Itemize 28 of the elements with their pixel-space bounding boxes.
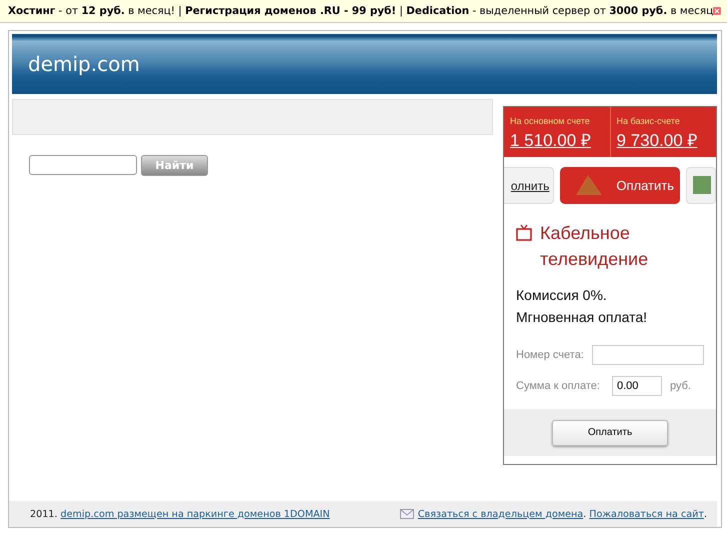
field-label: Сумма к оплате:	[516, 380, 601, 392]
account-field[interactable]: 0.00	[612, 376, 662, 396]
pay-button[interactable]: Оплатить	[560, 167, 680, 204]
year-text: 2011.	[30, 508, 58, 520]
app-button[interactable]	[686, 167, 716, 204]
service-title: Кабельное телевидение	[540, 222, 650, 271]
footer-link[interactable]: Пожаловаться на сайт	[589, 508, 704, 520]
balance-amount[interactable]: 1 510.00 ₽	[510, 128, 610, 151]
footer-link[interactable]: Связаться с владельцем домена	[418, 508, 584, 520]
unit-label: руб.	[670, 380, 691, 392]
submit-button[interactable]: Оплатить	[552, 420, 668, 446]
period-text: .	[583, 508, 586, 520]
top-up-link[interactable]: олнить	[504, 167, 554, 204]
parking-link[interactable]: demip.com размещен на паркинге доменов 1DOMAIN	[60, 508, 330, 520]
mail-icon	[400, 509, 414, 519]
account-field[interactable]	[592, 345, 704, 365]
balance-label: На основном счете	[510, 116, 591, 126]
period-text: .	[704, 508, 707, 520]
close-icon[interactable]	[713, 5, 721, 17]
tv-icon	[516, 224, 532, 242]
promo-banner-text: Хостинг - от 12 руб. в месяц! | Регистрация доменов .RU - 99 руб! | Dedication - выделенный сервер от 3000 руб. в месяц	[8, 5, 714, 17]
search-field[interactable]	[29, 155, 137, 175]
balance-label: На базис-счете	[616, 116, 681, 126]
balance-amount[interactable]: 9 730.00 ₽	[616, 128, 716, 151]
promo-text: Мгновенная оплата!	[516, 308, 648, 327]
site-title: demip.com	[28, 52, 140, 76]
promo-text: Комиссия 0%.	[516, 286, 608, 305]
field-label: Номер счета:	[516, 349, 584, 361]
